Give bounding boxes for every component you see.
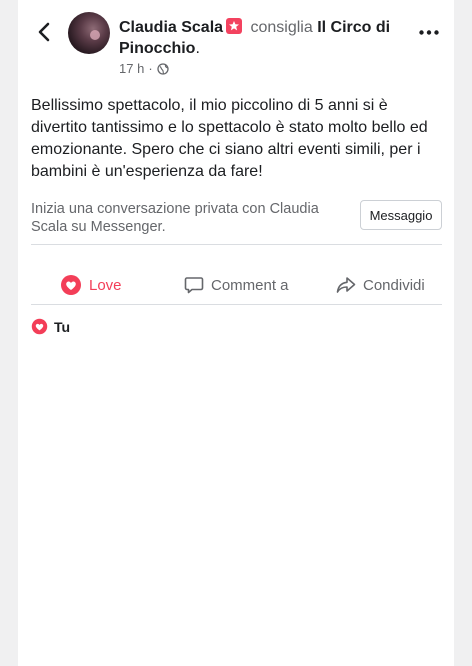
post-time[interactable]: 17 h	[119, 61, 144, 76]
share-label: Condividi	[363, 276, 425, 294]
recommends-label: consiglia	[250, 19, 313, 36]
author-name[interactable]: Claudia Scala	[119, 19, 223, 36]
globe-icon	[157, 62, 169, 75]
reaction-summary[interactable]: Tu	[31, 318, 70, 335]
post-meta: 17 h ·	[119, 61, 169, 76]
love-reaction-icon	[61, 275, 81, 295]
divider	[31, 244, 442, 245]
share-button[interactable]: Condividi	[336, 270, 425, 300]
more-horizontal-icon	[419, 29, 439, 35]
comment-label: Comment a	[211, 276, 289, 294]
post-header: Claudia Scala consiglia Il Circo di Pino…	[119, 18, 391, 57]
message-button[interactable]: Messaggio	[360, 200, 442, 230]
more-options-button[interactable]	[418, 25, 440, 39]
post-body: Bellissimo spettacolo, il mio piccolino …	[31, 97, 428, 180]
back-button[interactable]	[34, 18, 54, 46]
chevron-left-icon	[38, 22, 50, 42]
author-avatar[interactable]	[68, 12, 110, 54]
comment-button[interactable]: Comment a	[184, 270, 289, 300]
love-button[interactable]: Love	[60, 270, 122, 300]
reaction-summary-label: Tu	[54, 318, 71, 335]
love-reaction-icon	[31, 318, 48, 335]
recommend-star-icon	[226, 18, 243, 34]
divider	[31, 304, 442, 305]
messenger-prompt: Inizia una conversazione privata con Cla…	[31, 201, 319, 235]
comment-bubble-icon	[184, 277, 204, 294]
share-arrow-icon	[336, 277, 356, 293]
love-label: Love	[89, 276, 122, 294]
meta-separator: ·	[148, 61, 153, 76]
